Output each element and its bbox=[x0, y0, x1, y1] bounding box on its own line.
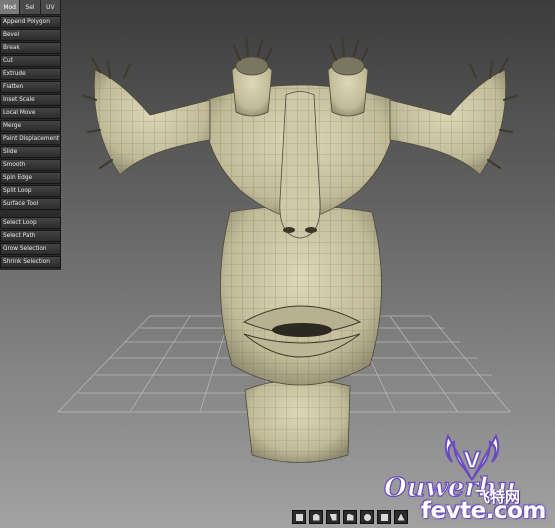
tab-sel[interactable]: Sel bbox=[20, 0, 41, 15]
watermark-domain: fevte.com bbox=[421, 498, 546, 524]
sphere-display-icon[interactable] bbox=[360, 510, 374, 524]
mesh-neck bbox=[244, 372, 351, 463]
vertex-mode-icon[interactable] bbox=[292, 510, 306, 524]
tool-smooth-button[interactable]: Smooth bbox=[0, 159, 61, 171]
tool-break-button[interactable]: Break bbox=[0, 42, 61, 54]
tool-paint-displacement-button[interactable]: Paint Displacement bbox=[0, 133, 61, 145]
watermark-ribbon: Ouwerhu bbox=[383, 472, 516, 500]
tool-surface-tool-button[interactable]: Surface Tool bbox=[0, 198, 61, 210]
bottom-toolbar bbox=[292, 510, 408, 524]
tool-extrude-button[interactable]: Extrude bbox=[0, 68, 61, 80]
tool-tabs: Mod Sel UV bbox=[0, 0, 61, 15]
tool-split-loop-button[interactable]: Split Loop bbox=[0, 185, 61, 197]
tool-grow-selection-button[interactable]: Grow Selection bbox=[0, 243, 61, 255]
edge-mode-icon[interactable] bbox=[309, 510, 323, 524]
tool-shrink-selection-button[interactable]: Shrink Selection bbox=[0, 256, 61, 268]
tool-flatten-button[interactable]: Flatten bbox=[0, 81, 61, 93]
tool-slide-button[interactable]: Slide bbox=[0, 146, 61, 158]
watermark-logo-letter: V bbox=[463, 449, 480, 474]
face-mode-icon[interactable] bbox=[326, 510, 340, 524]
tool-cut-button[interactable]: Cut bbox=[0, 55, 61, 67]
tool-append-polygon-button[interactable]: Append Polygon bbox=[0, 16, 61, 28]
tool-select-path-button[interactable]: Select Path bbox=[0, 230, 61, 242]
wireframe-icon[interactable] bbox=[377, 510, 391, 524]
object-mode-icon[interactable] bbox=[343, 510, 357, 524]
tab-mod[interactable]: Mod bbox=[0, 0, 21, 15]
tool-local-move-button[interactable]: Local Move bbox=[0, 107, 61, 119]
tool-bevel-button[interactable]: Bevel bbox=[0, 29, 61, 41]
light-icon[interactable] bbox=[394, 510, 408, 524]
tool-divider bbox=[0, 210, 61, 216]
tool-select-loop-button[interactable]: Select Loop bbox=[0, 217, 61, 229]
tool-merge-button[interactable]: Merge bbox=[0, 120, 61, 132]
tab-uv[interactable]: UV bbox=[40, 0, 61, 15]
tool-panel: Mod Sel UV Append Polygon Bevel Break Cu… bbox=[0, 0, 61, 270]
tool-spin-edge-button[interactable]: Spin Edge bbox=[0, 172, 61, 184]
tool-inset-scale-button[interactable]: Inset Scale bbox=[0, 94, 61, 106]
